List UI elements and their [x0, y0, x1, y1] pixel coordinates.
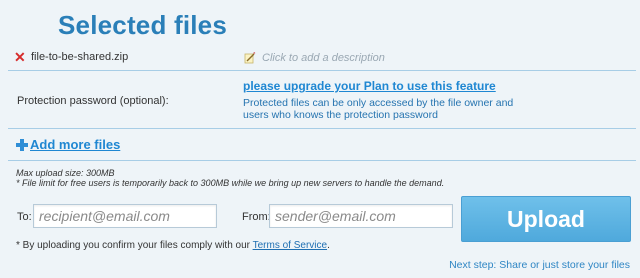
description-input[interactable]: Click to add a description — [262, 52, 385, 64]
remove-file-icon[interactable]: ✕ — [14, 50, 28, 64]
terms-of-service-link[interactable]: Terms of Service — [253, 240, 327, 251]
max-upload-size: Max upload size: 300MB — [16, 168, 115, 178]
divider — [8, 128, 636, 129]
recipient-email-input[interactable] — [33, 204, 217, 228]
protection-note: Protected files can be only accessed by … — [243, 97, 514, 121]
upgrade-plan-link[interactable]: please upgrade your Plan to use this fea… — [243, 79, 496, 93]
page-title: Selected files — [58, 10, 227, 40]
protection-password-label: Protection password (optional): — [17, 95, 169, 107]
file-row: ✕ file-to-be-shared.zip Click to add a d… — [14, 49, 634, 67]
file-name: file-to-be-shared.zip — [31, 51, 129, 63]
to-label: To: — [17, 211, 32, 223]
divider — [8, 160, 636, 161]
upload-button[interactable]: Upload — [461, 196, 631, 242]
plus-icon — [16, 139, 28, 151]
sender-email-input[interactable] — [269, 204, 453, 228]
terms-notice: * By uploading you confirm your files co… — [16, 240, 330, 251]
next-step-hint: Next step: Share or just store your file… — [449, 259, 630, 271]
terms-suffix: . — [327, 240, 330, 251]
from-label: From: — [242, 211, 271, 223]
terms-prefix: * By uploading you confirm your files co… — [16, 240, 253, 251]
pencil-icon[interactable] — [244, 51, 256, 64]
divider — [8, 70, 636, 71]
file-limit-notice: * File limit for free users is temporari… — [16, 178, 445, 188]
upload-limits: Max upload size: 300MB * File limit for … — [16, 168, 444, 188]
add-more-files-label: Add more files — [30, 137, 121, 152]
